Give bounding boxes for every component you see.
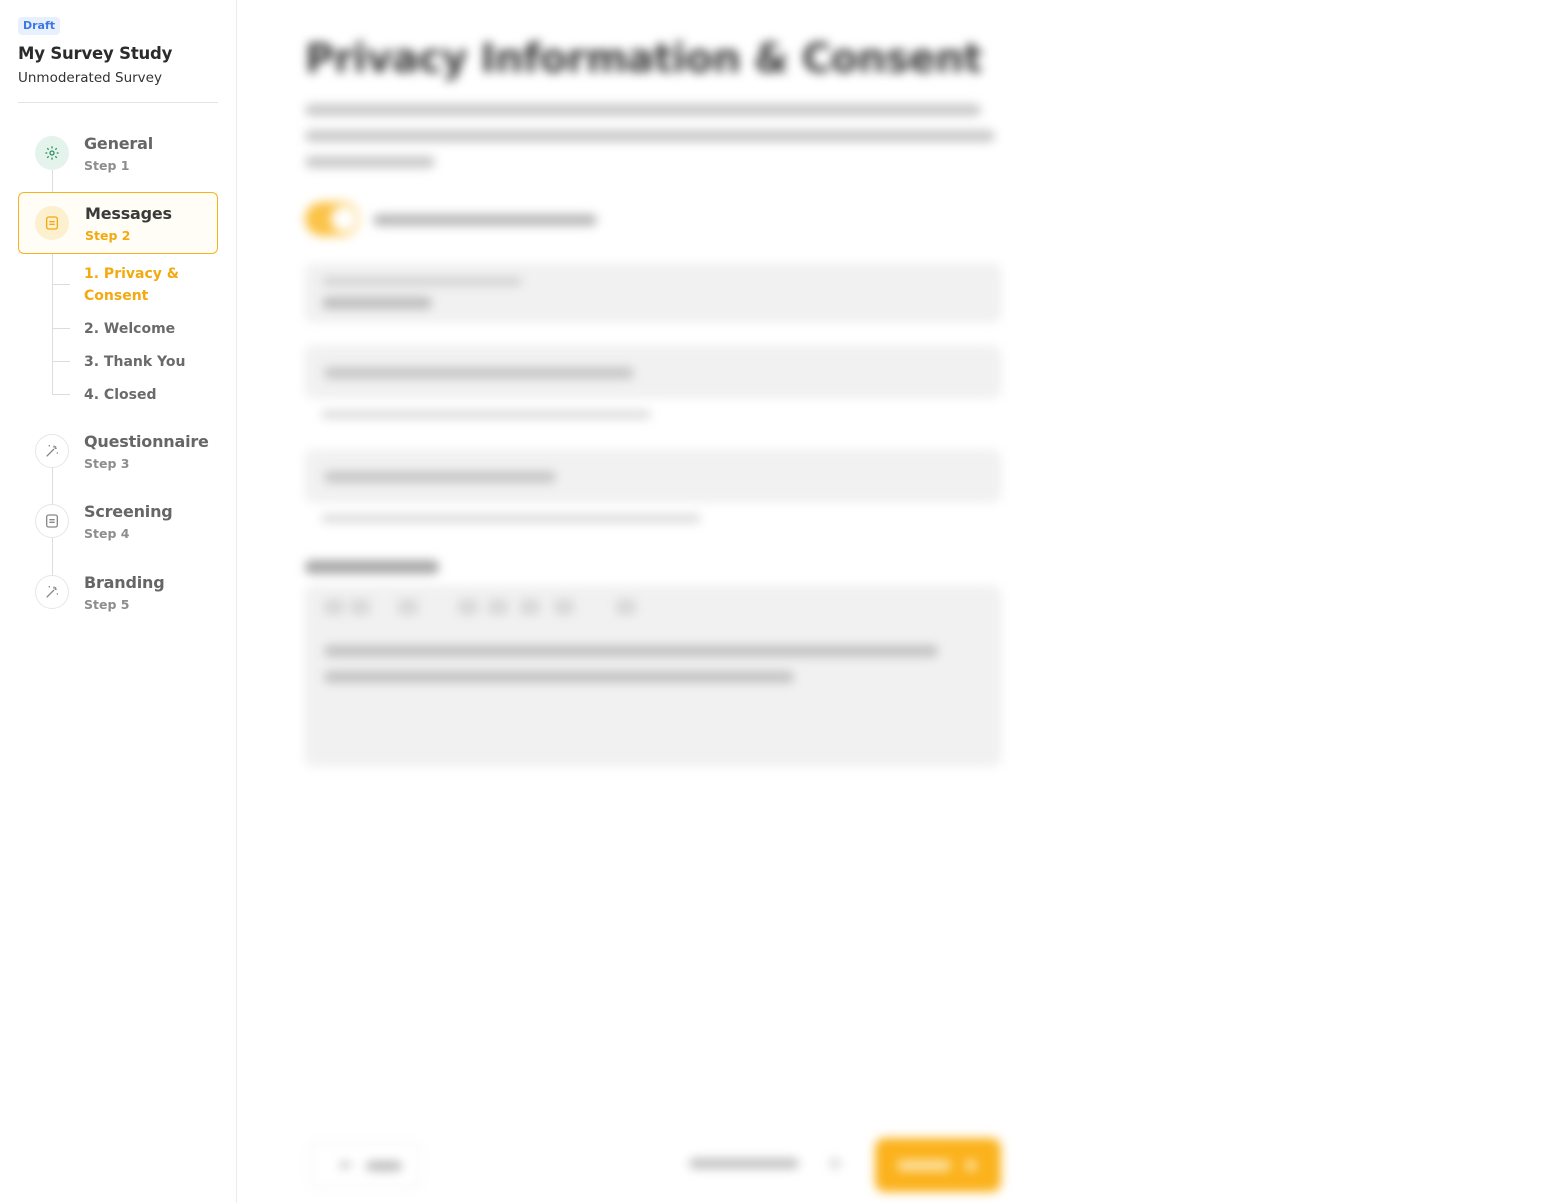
description-line: [305, 130, 995, 142]
back-button[interactable]: ←: [309, 1142, 421, 1188]
step-number: Step 2: [85, 228, 131, 243]
substep-branch: [52, 328, 70, 329]
substep-branch: [52, 361, 70, 362]
editor-text-line: [324, 645, 938, 657]
study-sidebar: Draft My Survey Study Unmoderated Survey…: [0, 0, 237, 1203]
continue-label: [897, 1160, 951, 1171]
arrow-right-icon: [965, 1160, 977, 1171]
gear-icon: [35, 136, 69, 170]
substep-closed[interactable]: 4. Closed: [84, 384, 156, 406]
step-number: Step 5: [84, 597, 130, 612]
step-name: Branding: [84, 573, 165, 592]
status-badge: Draft: [18, 17, 61, 35]
substep-welcome[interactable]: 2. Welcome: [84, 318, 175, 340]
blurred-content: Privacy Information & Consent ←: [237, 0, 1543, 1203]
step-general[interactable]: General Step 1: [18, 122, 218, 184]
substep-branch: [52, 394, 70, 395]
field-value: [324, 367, 634, 379]
field-hint: [321, 410, 651, 419]
link-icon[interactable]: [554, 599, 574, 615]
field-hint: [321, 514, 701, 523]
description-line: [305, 156, 435, 168]
field-label: [322, 277, 522, 286]
step-number: Step 4: [84, 526, 130, 541]
step-name: Screening: [84, 502, 173, 521]
footer-bar: ←: [237, 1120, 1543, 1203]
editor-text-line: [324, 671, 794, 683]
description-line: [305, 104, 981, 116]
magic-wand-icon: [35, 575, 69, 609]
arrow-left-icon: ←: [340, 1155, 354, 1174]
step-name: Messages: [85, 204, 172, 223]
study-title: My Survey Study: [18, 44, 173, 63]
step-questionnaire[interactable]: Questionnaire Step 3: [18, 420, 218, 482]
step-screening[interactable]: Screening Step 4: [18, 490, 218, 552]
message-icon: [35, 206, 69, 240]
step-number: Step 1: [84, 158, 130, 173]
step-name: Questionnaire: [84, 432, 209, 451]
main-content: Privacy Information & Consent ←: [237, 0, 1543, 1203]
bold-icon[interactable]: [458, 599, 478, 615]
substep-thank-you[interactable]: 3. Thank You: [84, 351, 186, 373]
italic-icon[interactable]: [488, 599, 508, 615]
study-type: Unmoderated Survey: [18, 70, 162, 86]
message-icon: [35, 504, 69, 538]
rich-text-editor[interactable]: [305, 586, 1001, 766]
continue-button[interactable]: [875, 1138, 1001, 1192]
underline-icon[interactable]: [520, 599, 540, 615]
field-value: [322, 297, 432, 309]
step-messages[interactable]: Messages Step 2: [18, 192, 218, 254]
page-title: Privacy Information & Consent: [305, 36, 983, 82]
field-value: [324, 471, 556, 483]
substep-privacy-consent[interactable]: 1. Privacy & Consent: [84, 263, 194, 307]
text-field[interactable]: [305, 450, 1001, 502]
redo-icon[interactable]: [350, 599, 370, 615]
undo-icon[interactable]: [324, 599, 344, 615]
list-icon[interactable]: [616, 599, 636, 615]
sidebar-divider: [18, 102, 218, 103]
substep-branch: [52, 284, 70, 285]
toggle-label: [373, 214, 597, 226]
substep-connector: [52, 254, 53, 394]
consent-toggle[interactable]: [305, 202, 359, 236]
text-field[interactable]: [305, 346, 1001, 398]
back-label: [366, 1161, 402, 1171]
heading-icon[interactable]: [398, 599, 418, 615]
section-title: [305, 560, 439, 574]
chevron-down-icon[interactable]: [829, 1158, 841, 1169]
magic-wand-icon: [35, 434, 69, 468]
step-branding[interactable]: Branding Step 5: [18, 561, 218, 623]
text-field[interactable]: [305, 264, 1001, 322]
step-name: General: [84, 134, 153, 153]
step-number: Step 3: [84, 456, 130, 471]
preview-link[interactable]: [689, 1158, 799, 1169]
toggle-knob: [331, 206, 357, 232]
